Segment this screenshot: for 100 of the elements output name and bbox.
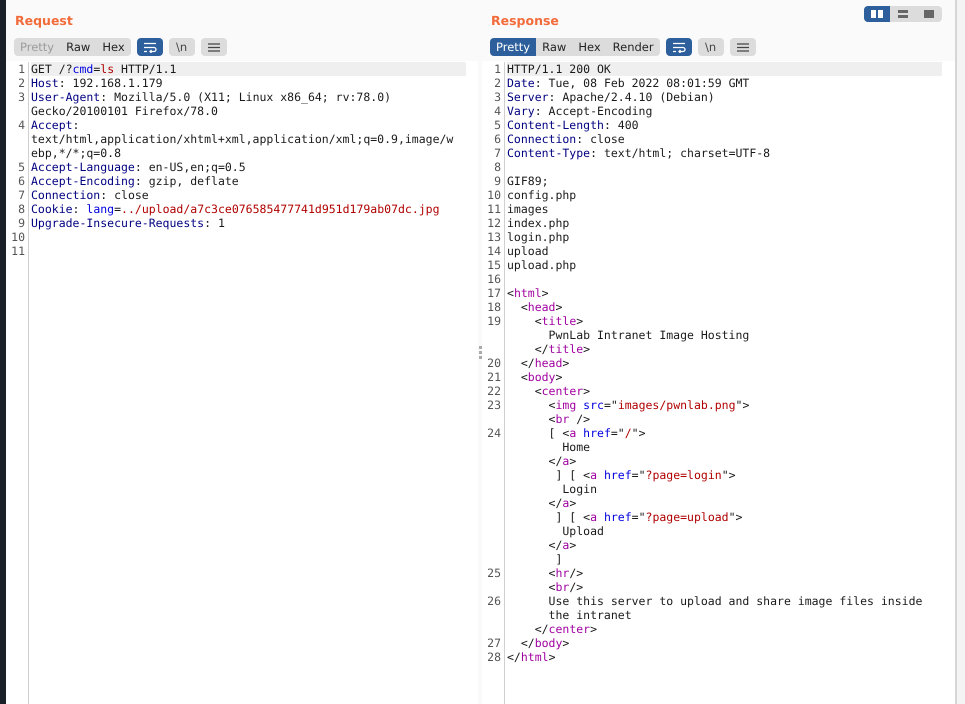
view-tab[interactable]: Raw (536, 38, 572, 56)
code-line: config.php (507, 188, 578, 202)
line-number: 23 (487, 398, 501, 412)
code-line: </head> (520, 356, 570, 370)
line-number: 7 (18, 188, 25, 202)
menu-button[interactable] (730, 38, 756, 56)
line-number: 7 (494, 146, 501, 160)
line-number: 6 (494, 132, 501, 146)
wrap-button[interactable] (136, 38, 163, 56)
code-line: Use this server to upload and share image files inside (548, 594, 924, 608)
view-tab[interactable]: Hex (572, 38, 607, 56)
wrap-button[interactable] (666, 38, 692, 56)
code-line: Gecko/20100101 Firefox/78.0 (31, 104, 219, 118)
line-number: 16 (487, 272, 501, 286)
code-line: [ <a href="/"> (548, 426, 647, 440)
code-line: ] (554, 552, 564, 566)
line-number: 13 (487, 230, 501, 244)
line-number: 4 (494, 104, 501, 118)
line-number: 25 (487, 566, 501, 580)
code-line: </center> (534, 622, 598, 636)
line-number: 14 (487, 244, 501, 258)
line-number: 11 (11, 244, 25, 258)
columns-icon (870, 8, 884, 20)
code-line: Upload (561, 524, 605, 538)
code-line: <hr/> (548, 566, 584, 580)
line-number: 3 (494, 90, 501, 104)
code-line: Content-Length: 400 (507, 118, 640, 132)
code-line: the intranet (548, 608, 633, 622)
code-line: <br/> (548, 580, 584, 594)
rows-icon (896, 8, 910, 20)
line-number: 24 (487, 426, 501, 440)
code-line: Connection: close (507, 132, 626, 146)
code-line: Content-Type: text/html; charset=UTF-8 (507, 146, 772, 160)
line-number: 12 (487, 216, 501, 230)
code-line: <body> (520, 370, 564, 384)
code-line: <title> (534, 314, 584, 328)
code-line: Host: 192.168.1.179 (31, 76, 164, 90)
line-number: 28 (487, 650, 501, 664)
line-number: 1 (494, 62, 501, 76)
code-line: PwnLab Intranet Image Hosting (548, 328, 750, 342)
code-line: text/html,application/xhtml+xml,application/xml;q=0.9,image/w (31, 132, 454, 146)
line-number: 9 (494, 174, 501, 188)
code-line: <html> (507, 286, 550, 300)
line-number: 10 (487, 188, 501, 202)
view-tab[interactable]: Render (606, 38, 660, 56)
code-line: upload.php (507, 258, 578, 272)
square-icon (922, 8, 936, 20)
code-line: Cookie: lang=../upload/a7c3ce076585477741d951d179ab07dc.jpg (31, 202, 441, 216)
code-line: login.php (507, 230, 570, 244)
line-number: 15 (487, 258, 501, 272)
code-line: GIF89; (507, 174, 550, 188)
line-number: 9 (18, 216, 25, 230)
code-line: Date: Tue, 08 Feb 2022 08:01:59 GMT (507, 76, 750, 90)
line-number: 2 (18, 76, 25, 90)
layout-button[interactable] (864, 6, 890, 22)
line-number: 4 (18, 118, 25, 132)
line-number: 11 (487, 202, 501, 216)
panel-title: Response (491, 12, 559, 30)
code-line: </a> (548, 454, 578, 468)
code-line: Vary: Accept-Encoding (507, 104, 654, 118)
menu-button[interactable] (200, 38, 227, 56)
code-line: Accept-Language: en-US,en;q=0.5 (31, 160, 247, 174)
menu-icon (208, 42, 220, 52)
newline-button[interactable]: \n (168, 38, 195, 56)
code-line: ebp,*/*;q=0.8 (31, 146, 122, 160)
code-line: </html> (507, 650, 556, 664)
line-number: 2 (494, 76, 501, 90)
line-number: 8 (18, 202, 25, 216)
wrap-icon (672, 42, 686, 52)
line-number: 8 (494, 160, 501, 174)
code-line: Accept-Encoding: gzip, deflate (31, 174, 240, 188)
view-tab[interactable]: Raw (60, 38, 96, 56)
line-number: 19 (487, 314, 501, 328)
line-number: 27 (487, 636, 501, 650)
wrap-icon (142, 42, 157, 52)
code-line: <center> (534, 384, 592, 398)
code-line: Accept: (31, 118, 80, 132)
code-line: </body> (520, 636, 570, 650)
view-tab[interactable]: Hex (96, 38, 131, 56)
panel-title: Request (15, 12, 73, 30)
code-line: Connection: close (31, 188, 150, 202)
code-line: Upgrade-Insecure-Requests: 1 (31, 216, 226, 230)
code-line: index.php (507, 216, 570, 230)
view-tab[interactable]: Pretty (490, 38, 536, 56)
line-number: 17 (487, 286, 501, 300)
line-number: 21 (487, 370, 501, 384)
code-line: Home (561, 440, 592, 454)
code-line: </a> (548, 496, 578, 510)
line-number: 1 (18, 62, 25, 76)
line-number: 18 (487, 300, 501, 314)
newline-button[interactable]: \n (698, 38, 724, 56)
menu-icon (736, 42, 749, 52)
line-number: 10 (11, 230, 25, 244)
code-line: ] [ <a href="?page=upload"> (554, 510, 744, 524)
line-number: 22 (487, 384, 501, 398)
code-line: <head> (520, 300, 564, 314)
code-line: <br /> (548, 412, 592, 426)
code-line: Server: Apache/2.4.10 (Debian) (507, 90, 716, 104)
line-number: 26 (487, 594, 501, 608)
line-number: 3 (18, 90, 25, 104)
